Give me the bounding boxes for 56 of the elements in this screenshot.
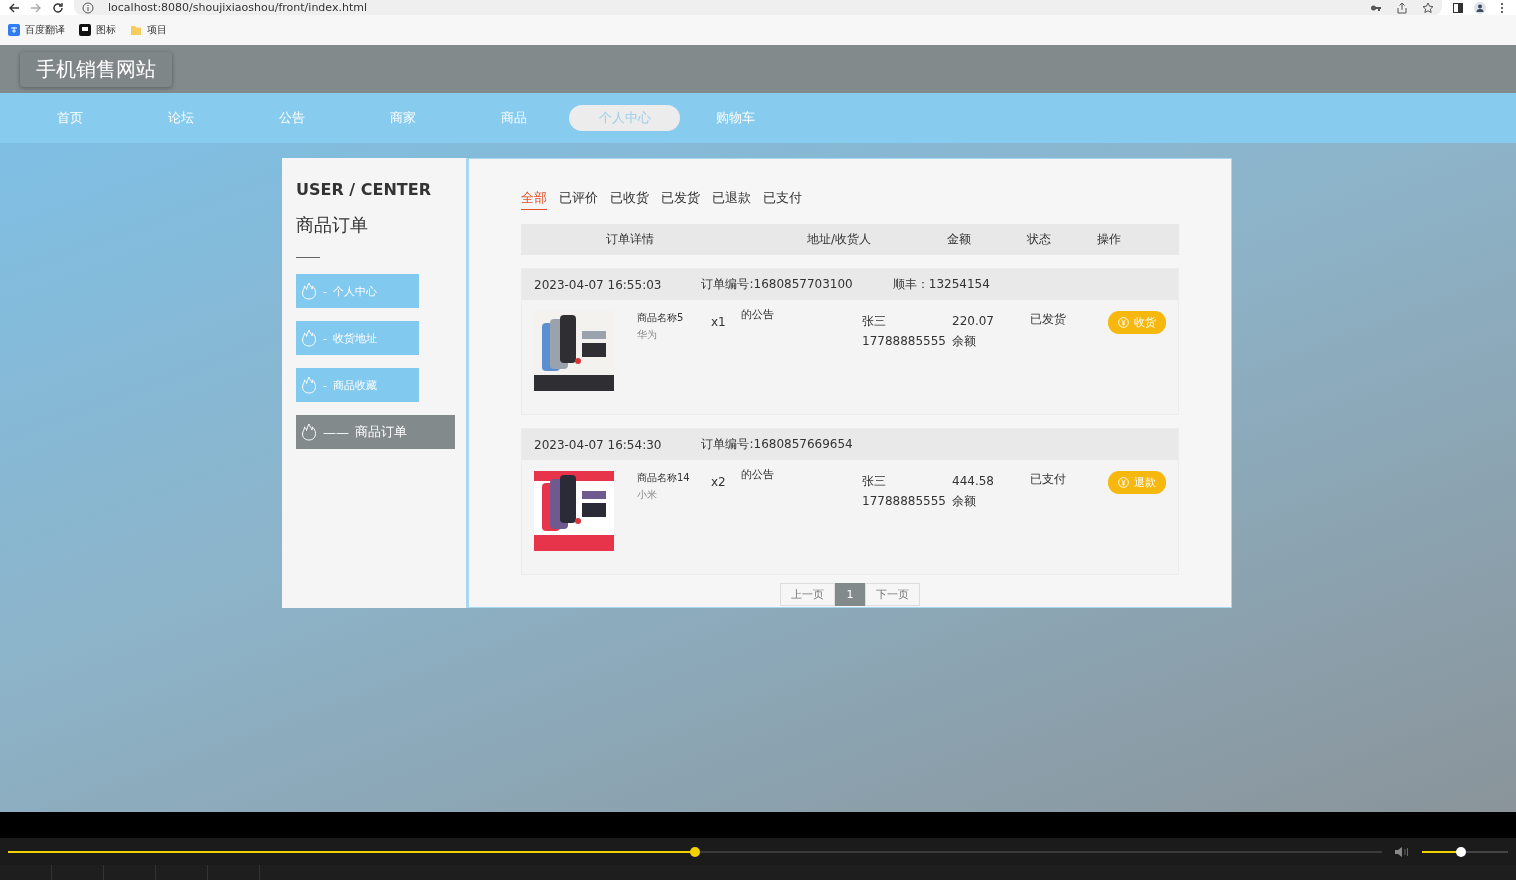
payment-method: 余额 xyxy=(952,333,977,350)
order-amount: 444.58 xyxy=(952,473,995,490)
product-name: 商品名称5 xyxy=(637,311,685,325)
bookmark[interactable]: 百度翻译 xyxy=(8,23,65,37)
nav-tab[interactable]: 论坛 xyxy=(125,105,236,131)
filter-tab[interactable]: 已退款 xyxy=(712,189,751,210)
order-number: 订单编号:1680857669654 xyxy=(701,436,853,453)
product-brand: 小米 xyxy=(637,488,658,502)
nav-tab[interactable]: 商品 xyxy=(458,105,569,131)
order-time: 2023-04-07 16:55:03 xyxy=(534,277,662,292)
next-page-button[interactable]: 下一页 xyxy=(865,583,920,606)
filter-tab[interactable]: 已支付 xyxy=(763,189,802,210)
sidebar-item[interactable]: —— 商品订单 xyxy=(296,415,455,449)
column-header: 订单详情 xyxy=(605,231,655,248)
site-logo[interactable]: 手机销售网站 xyxy=(20,51,172,87)
payment-method: 余额 xyxy=(952,493,977,510)
receiver-name: 张三 xyxy=(862,313,887,330)
receiver-phone: 17788885555 xyxy=(862,333,947,350)
action-button[interactable]: 退款 xyxy=(1108,471,1166,494)
sidebar-item[interactable]: - 收货地址 xyxy=(296,321,419,355)
receiver-phone: 17788885555 xyxy=(862,493,947,510)
filter-tab[interactable]: 已评价 xyxy=(559,189,598,210)
column-header: 操作 xyxy=(1096,231,1122,248)
section-title: 商品订单 xyxy=(296,213,369,237)
tracking-number: 顺丰：13254154 xyxy=(892,276,990,293)
sidebar-item[interactable]: - 个人中心 xyxy=(296,274,419,308)
action-button[interactable]: 收货 xyxy=(1108,311,1166,334)
order-status: 已发货 xyxy=(1030,311,1067,328)
product-brand: 华为 xyxy=(637,328,658,342)
order-time: 2023-04-07 16:54:30 xyxy=(534,437,662,452)
column-header: 金额 xyxy=(946,231,972,248)
address-url[interactable]: localhost:8080/shoujixiaoshou/front/index.html xyxy=(108,1,367,14)
nav-tab[interactable]: 购物车 xyxy=(680,105,791,131)
bookmark[interactable]: 图标 xyxy=(79,23,116,37)
quantity: x2 xyxy=(711,475,727,489)
order-number: 订单编号:1680857703100 xyxy=(701,276,853,293)
receiver-name: 张三 xyxy=(862,473,887,490)
order-amount: 220.07 xyxy=(952,313,995,330)
nav-tab[interactable]: 公告 xyxy=(236,105,347,131)
product-name: 商品名称14 xyxy=(637,471,691,485)
filter-tab[interactable]: 全部 xyxy=(521,189,547,210)
order-status: 已支付 xyxy=(1030,471,1067,488)
section-heading: USER / CENTER xyxy=(296,180,432,199)
filter-tab[interactable]: 已发货 xyxy=(661,189,700,210)
sidebar-item[interactable]: - 商品收藏 xyxy=(296,368,419,402)
column-header: 地址/收货人 xyxy=(805,231,872,248)
quantity: x1 xyxy=(711,315,727,329)
nav-tab[interactable]: 首页 xyxy=(14,105,125,131)
page-number-button[interactable]: 1 xyxy=(835,583,865,606)
nav-tab[interactable]: 商家 xyxy=(347,105,458,131)
product-note: 的公告 xyxy=(741,467,775,482)
bookmark[interactable]: 项目 xyxy=(130,23,167,37)
product-note: 的公告 xyxy=(741,307,775,322)
prev-page-button[interactable]: 上一页 xyxy=(780,583,835,606)
column-header: 状态 xyxy=(1026,231,1052,248)
filter-tab[interactable]: 已收货 xyxy=(610,189,649,210)
